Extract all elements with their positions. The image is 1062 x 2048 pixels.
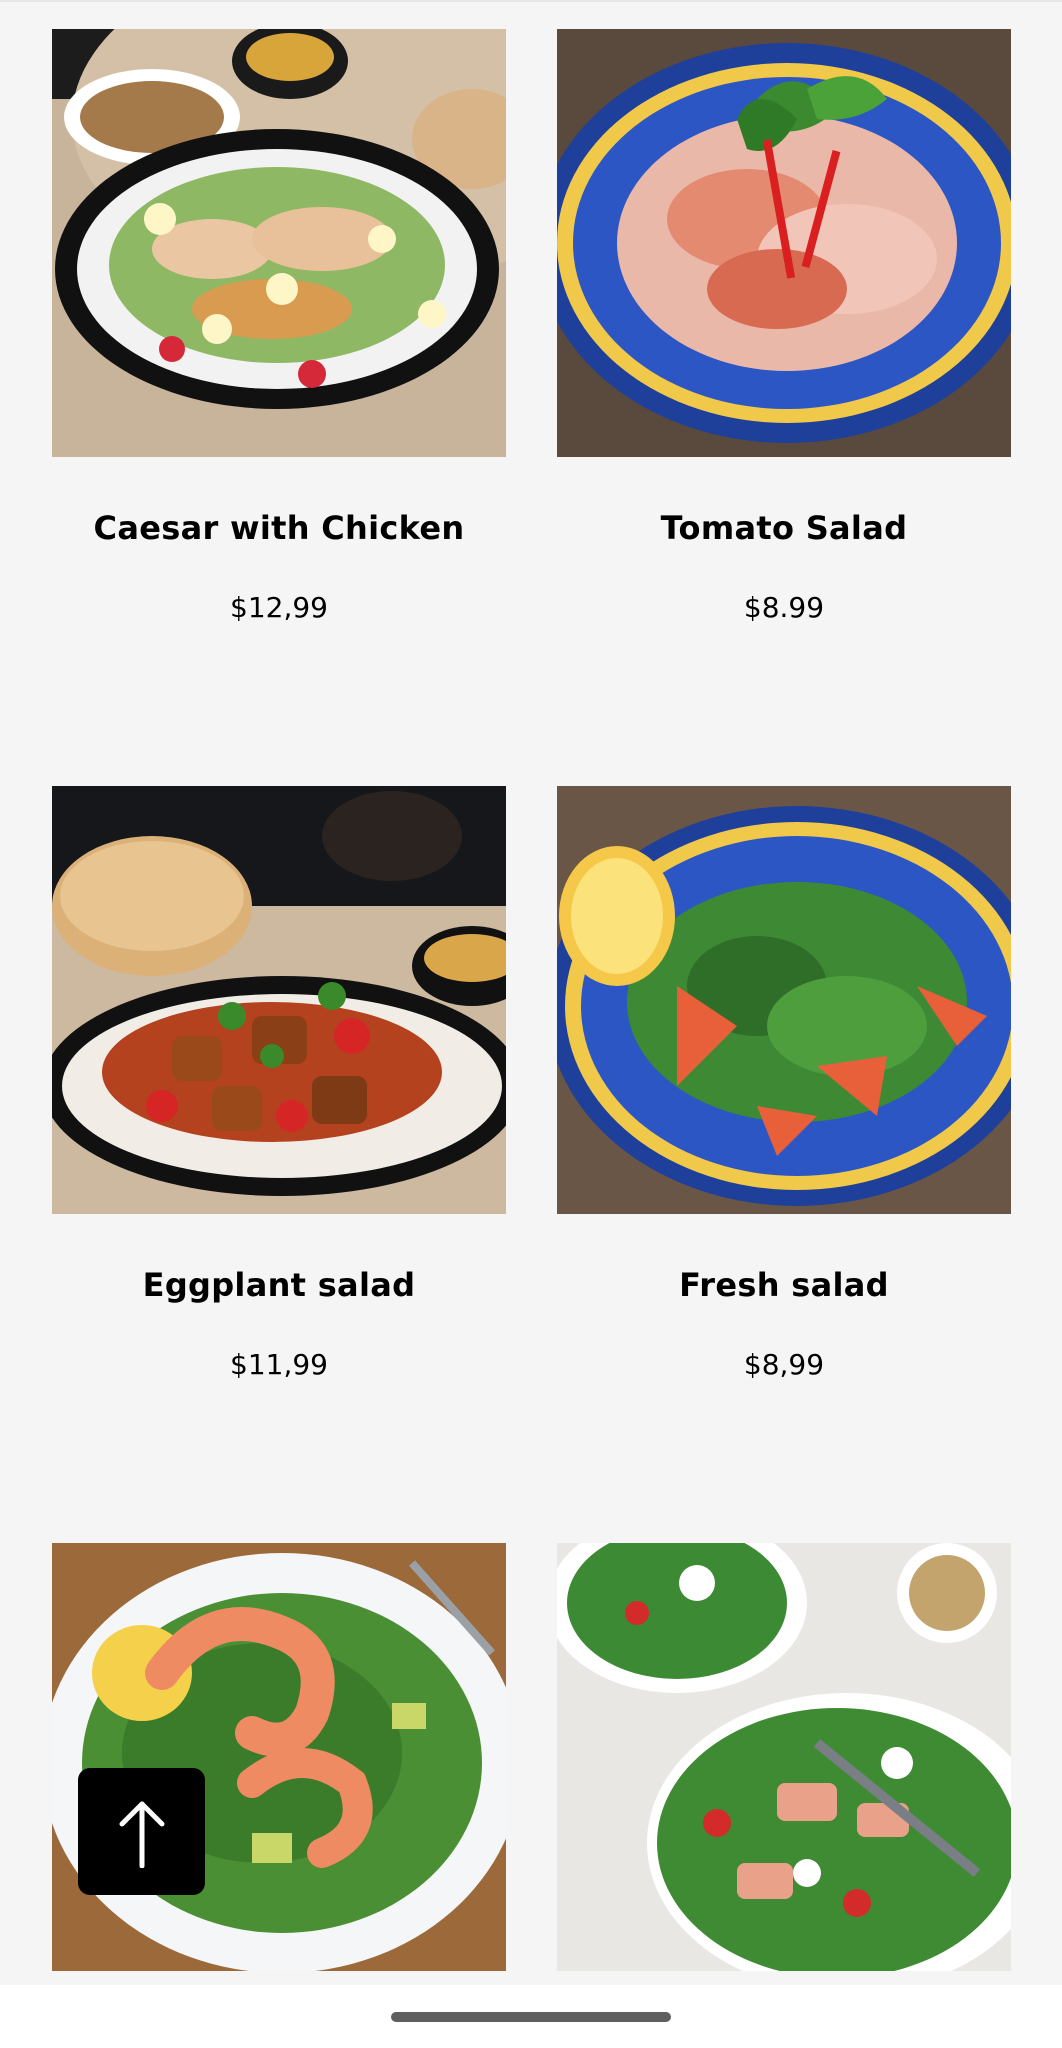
eggplant-salad-photo[interactable]	[52, 786, 506, 1214]
scroll-to-top-button[interactable]	[78, 1768, 205, 1895]
shrimp-salad-photo[interactable]	[52, 1543, 506, 1971]
menu-item-card[interactable]: Fresh salad $8,99	[557, 786, 1011, 1543]
menu-grid: Caesar with Chicken $12,99 Tomato Salad …	[52, 29, 1011, 1983]
caesar-salad-photo[interactable]	[52, 29, 506, 457]
menu-item-card[interactable]: Tomato Salad $8.99	[557, 29, 1011, 786]
salmon-salad-photo[interactable]	[557, 1543, 1011, 1971]
menu-item-price: $8,99	[743, 1348, 825, 1381]
menu-item-name[interactable]: Tomato Salad	[557, 509, 1011, 547]
fresh-salad-photo[interactable]	[557, 786, 1011, 1214]
top-divider	[0, 0, 1062, 2]
menu-item-price: $8.99	[743, 591, 825, 624]
menu-item-name[interactable]: Caesar with Chicken	[52, 509, 506, 547]
menu-item-card[interactable]: Caesar with Chicken $12,99	[52, 29, 506, 786]
menu-item-name[interactable]: Fresh salad	[557, 1266, 1011, 1304]
home-indicator[interactable]	[391, 2012, 671, 2022]
menu-item-price: $11,99	[230, 1348, 328, 1381]
menu-item-price: $12,99	[230, 591, 328, 624]
arrow-up-icon	[119, 1801, 164, 1868]
menu-item-name[interactable]: Eggplant salad	[52, 1266, 506, 1304]
menu-item-card[interactable]	[52, 1543, 506, 1983]
menu-item-card[interactable]	[557, 1543, 1011, 1983]
menu-item-card[interactable]: Eggplant salad $11,99	[52, 786, 506, 1543]
tomato-salad-photo[interactable]	[557, 29, 1011, 457]
menu-screen: Caesar with Chicken $12,99 Tomato Salad …	[0, 0, 1062, 2048]
